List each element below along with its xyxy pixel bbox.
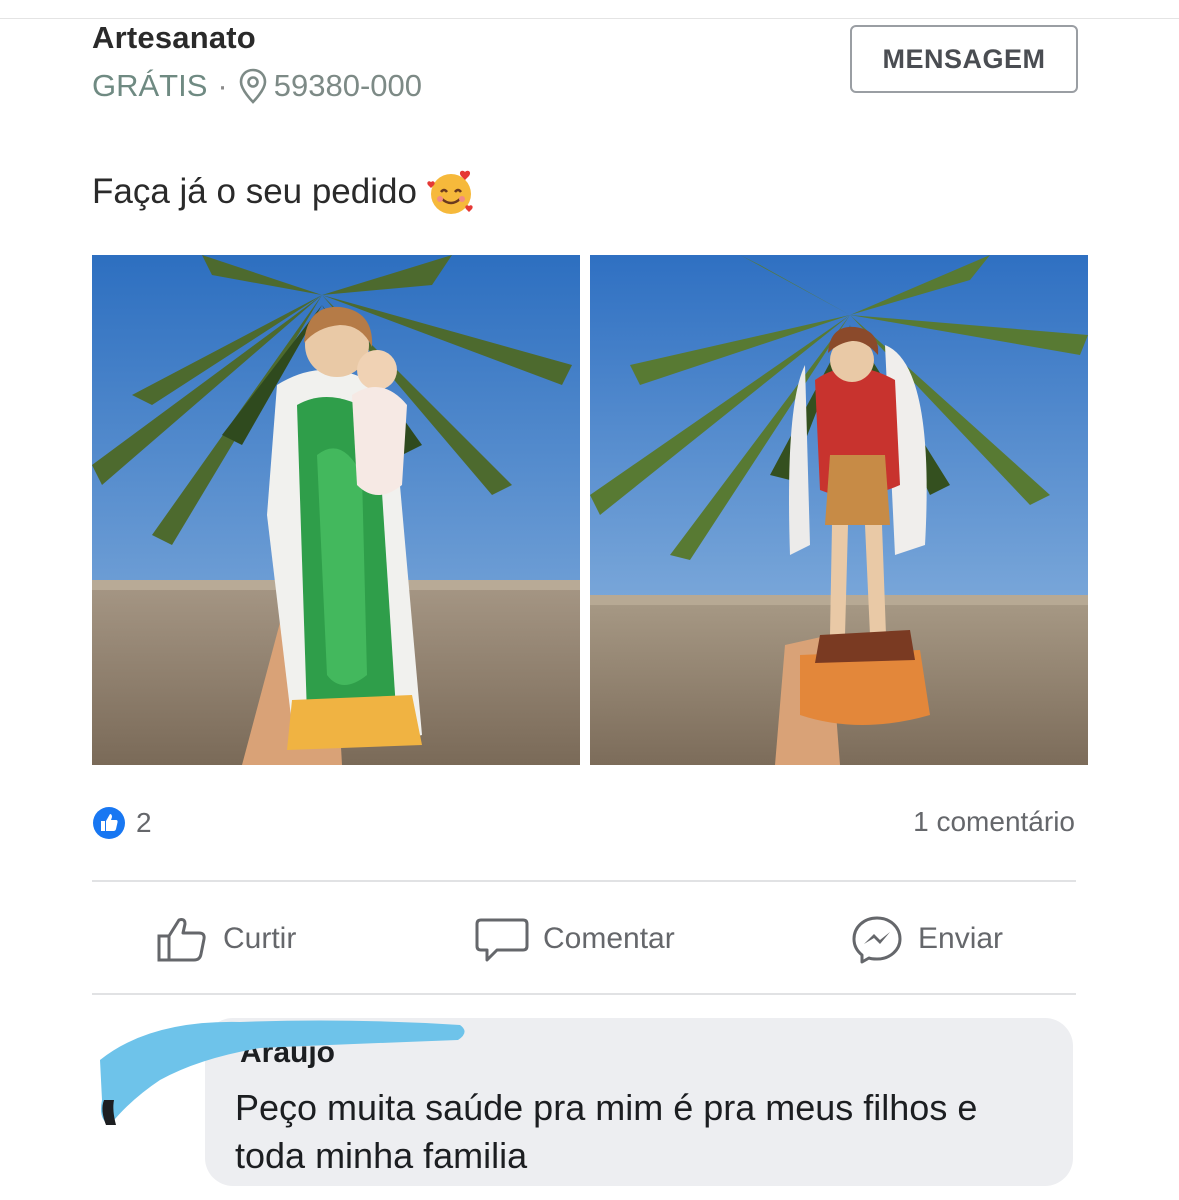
- like-badge-icon: [93, 807, 125, 839]
- location-pin-icon: [239, 68, 267, 104]
- like-count-value: 2: [136, 807, 152, 838]
- separator-dot: ·: [217, 68, 228, 103]
- comment-count[interactable]: 1 comentário: [913, 806, 1075, 838]
- listing-title[interactable]: Artesanato: [92, 20, 256, 56]
- post-text: Faça já o seu pedido: [92, 172, 417, 211]
- smiling-face-with-hearts-icon: [427, 170, 473, 214]
- divider: [92, 993, 1076, 995]
- redaction-scribble: [100, 1020, 465, 1125]
- post-text-row: Faça já o seu pedido: [92, 166, 477, 218]
- send-label: Enviar: [918, 922, 1004, 955]
- message-button[interactable]: MENSAGEM: [850, 25, 1078, 93]
- messenger-icon: [852, 916, 902, 964]
- price-label: GRÁTIS: [92, 68, 208, 103]
- comment-label: Comentar: [543, 922, 675, 955]
- send-button[interactable]: Enviar: [850, 910, 1003, 968]
- like-button[interactable]: Curtir: [155, 910, 296, 968]
- thumbs-up-icon: [157, 918, 206, 962]
- postal-code: 59380-000: [273, 68, 422, 103]
- speech-bubble-icon: [475, 918, 529, 962]
- divider: [92, 880, 1076, 882]
- comment-button[interactable]: Comentar: [475, 910, 675, 968]
- listing-photo-2[interactable]: [590, 255, 1088, 765]
- like-count[interactable]: 2: [92, 806, 152, 840]
- like-label: Curtir: [223, 922, 297, 955]
- listing-meta: GRÁTIS · 59380-000: [92, 66, 422, 106]
- top-divider: [0, 18, 1179, 19]
- listing-photo-1[interactable]: [92, 255, 580, 765]
